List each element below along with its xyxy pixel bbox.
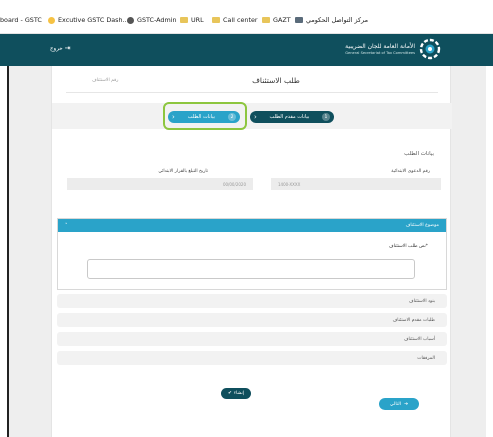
appeal-form-card: طلب الاستئناف رقم الاستئناف › بيانات الط… [51,66,452,437]
chevron-icon: › [172,112,175,121]
case-number-field: 1400-XXXX [271,178,441,190]
accordion-appeal-items[interactable]: بنود الاستئناف [57,294,447,308]
case-number-label: رقم الدعوى الابتدائية [391,169,430,174]
appeal-subject-header[interactable]: ˅ موضوع الاستئناف [58,219,446,232]
org-name-arabic: الأمانة العامة للجان الضريبية [345,43,415,50]
chevron-down-icon: ˅ [65,222,68,229]
globe-icon [127,16,134,24]
folder-icon [180,17,188,23]
section-title: بيانات الطلب [404,151,434,157]
site-icon [295,17,303,23]
app-header: خروج ⇥ الأمانة العامة للجان الضريبية Gen… [0,34,493,66]
title-divider [66,92,438,93]
next-button[interactable]: التالي ➔ [379,398,419,410]
emblem-icon [419,38,441,60]
bookmark-gazt[interactable]: GAZT [262,13,291,27]
step-label: بيانات الطلب [187,114,216,120]
step-label: بيانات مقدم الطلب [269,114,310,120]
step-number: 2 [228,113,236,121]
request-number-label: رقم الاستئناف [92,78,119,83]
accordion-appeal-reasons[interactable]: أسباب الاستئناف [57,332,447,346]
notification-date-field: 00/00/2020 [67,178,253,190]
bookmark-gstc-admin[interactable]: GSTC-Admin [127,13,177,27]
bookmark-government-contact[interactable]: مركز التواصل الحكومي [295,13,368,27]
panel-title: موضوع الاستئناف [405,223,439,228]
org-logo[interactable]: الأمانة العامة للجان الضريبية General Se… [345,38,441,60]
appeal-subject-panel: ˅ موضوع الاستئناف نص طلب الاستئناف* [57,218,447,290]
check-icon: ✔ [227,391,232,396]
accordion-attachments[interactable]: المرفقات [57,351,447,365]
bookmark-executive-dashboard[interactable]: Excutive GSTC Dash... [48,13,129,27]
folder-icon [262,17,270,23]
step-request-data[interactable]: › بيانات الطلب 2 [168,111,240,123]
step-number: 1 [321,113,330,121]
bookmark-call-center[interactable]: Call center [212,13,258,27]
chevron-icon: › [254,112,257,121]
bookmarks-bar: board - GSTC Excutive GSTC Dash... GSTC-… [0,0,493,34]
step-applicant-data[interactable]: › بيانات مقدم الطلب 1 [250,111,334,123]
logout-button[interactable]: خروج ⇥ [50,45,71,52]
create-button[interactable]: ✔ إنشاء [221,388,251,399]
page-title: طلب الاستئناف [252,76,300,85]
arrow-right-icon: ➔ [404,401,409,407]
bookmark-url[interactable]: URL [180,13,204,27]
notification-date-label: تاريخ التبلغ بالقرار الابتدائي [158,169,208,174]
accordion-appellant-requests[interactable]: طلبات مقدم الاستئناف [57,313,447,327]
org-name-english: General Secretariat of Tax Committees [345,51,415,55]
appeal-text-input[interactable] [87,259,415,279]
bookmark-dashboard[interactable]: board - GSTC [0,13,42,27]
appeal-text-label: نص طلب الاستئناف* [388,244,428,249]
folder-icon [212,17,220,23]
logout-icon: ⇥ [64,44,71,52]
sun-icon [48,16,55,24]
